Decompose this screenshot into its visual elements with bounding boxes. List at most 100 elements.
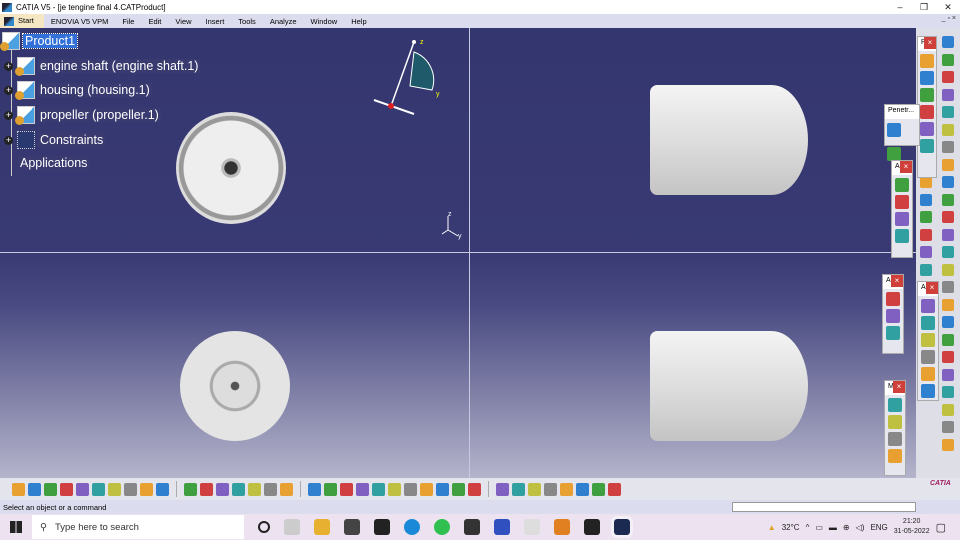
menu-help[interactable]: Help xyxy=(344,17,373,26)
close-toolbar-icon[interactable]: × xyxy=(893,381,905,393)
toolbar-tool-icon[interactable] xyxy=(887,123,901,137)
close-toolbar-icon[interactable]: × xyxy=(900,161,912,173)
toolbar-tool-icon[interactable] xyxy=(942,333,954,346)
floating-toolbar[interactable]: M × xyxy=(884,380,906,476)
toolbar-tool-icon[interactable] xyxy=(888,415,902,429)
language-indicator[interactable]: ENG xyxy=(870,523,887,532)
toolbar-tool-icon[interactable] xyxy=(888,449,902,463)
tool-icon[interactable] xyxy=(592,482,605,496)
toolbar-tool-icon[interactable] xyxy=(942,386,954,398)
command-input[interactable] xyxy=(732,502,916,512)
render-icon[interactable] xyxy=(544,482,557,496)
normal-view-icon[interactable] xyxy=(404,482,417,496)
open-icon[interactable] xyxy=(28,482,41,496)
document-window-controls[interactable]: _ ▫ × xyxy=(942,15,956,22)
toolbar-tool-icon[interactable] xyxy=(895,212,909,226)
toolbar-tool-icon[interactable] xyxy=(920,263,932,276)
formula-icon[interactable] xyxy=(184,482,197,496)
floating-toolbar[interactable]: A × xyxy=(882,274,904,354)
menu-edit[interactable]: Edit xyxy=(141,17,168,26)
fit-all-icon[interactable] xyxy=(324,482,337,496)
expand-icon[interactable]: + xyxy=(4,85,13,95)
taskbar-search[interactable]: ⚲ Type here to search xyxy=(32,515,244,539)
toolbar-tool-icon[interactable] xyxy=(942,316,954,328)
expand-icon[interactable]: + xyxy=(4,110,13,120)
undo-icon[interactable] xyxy=(124,482,137,496)
iso-view-icon[interactable] xyxy=(436,482,449,496)
windows-start-icon[interactable] xyxy=(10,521,22,533)
weather-temp[interactable]: 32°C xyxy=(782,523,800,532)
material-icon[interactable] xyxy=(608,482,621,496)
toolbar-title[interactable]: A × xyxy=(892,161,912,175)
fly-icon[interactable] xyxy=(308,482,321,496)
toolbar-title[interactable]: P× xyxy=(918,37,936,51)
toolbar-tool-icon[interactable] xyxy=(942,36,954,48)
menu-window[interactable]: Window xyxy=(304,17,345,26)
tree-node-root[interactable]: Product1 xyxy=(0,32,79,51)
globe-icon[interactable]: ⊕ xyxy=(843,523,850,532)
cut-icon[interactable] xyxy=(76,482,89,496)
app-icon[interactable] xyxy=(494,519,510,535)
toolbar-tool-icon[interactable] xyxy=(920,228,932,241)
toolbar-tool-icon[interactable] xyxy=(886,326,900,340)
whats-this-icon[interactable] xyxy=(156,482,169,496)
minimize-button[interactable]: – xyxy=(888,0,912,14)
toolbar-tool-icon[interactable] xyxy=(942,368,954,381)
expand-icon[interactable]: + xyxy=(4,135,13,145)
toolbar-tool-icon[interactable] xyxy=(920,88,934,102)
housing-model-top[interactable] xyxy=(650,85,808,195)
swap-icon[interactable] xyxy=(496,482,509,496)
chevron-up-icon[interactable]: ^ xyxy=(806,523,810,532)
floating-toolbar[interactable]: A × xyxy=(891,160,913,258)
toolbar-tool-icon[interactable] xyxy=(921,367,935,381)
close-button[interactable]: ✕ xyxy=(936,0,960,14)
paste-icon[interactable] xyxy=(108,482,121,496)
pan-icon[interactable] xyxy=(340,482,353,496)
toolbar-tool-icon[interactable] xyxy=(921,350,935,364)
toolbar-tool-icon[interactable] xyxy=(942,193,954,206)
toolbar-tool-icon[interactable] xyxy=(921,299,935,313)
toolbar-tool-icon[interactable] xyxy=(886,292,900,306)
toolbar-tool-icon[interactable] xyxy=(942,123,954,136)
tree-node[interactable]: + housing (housing.1) xyxy=(4,81,152,100)
toolbar-tool-icon[interactable] xyxy=(920,105,934,119)
housing-model-bottom[interactable] xyxy=(650,331,808,441)
propeller-model-back[interactable] xyxy=(180,331,290,441)
toolbar-tool-icon[interactable] xyxy=(942,438,954,451)
menu-analyze[interactable]: Analyze xyxy=(263,17,304,26)
menu-tools[interactable]: Tools xyxy=(231,17,263,26)
shading-icon[interactable] xyxy=(452,482,465,496)
menu-enovia[interactable]: ENOVIA V5 VPM xyxy=(44,17,116,26)
tree-icon[interactable] xyxy=(248,482,261,496)
toolbar-tool-icon[interactable] xyxy=(895,178,909,192)
task-view-icon[interactable] xyxy=(284,519,300,535)
toolbar-tool-icon[interactable] xyxy=(921,316,935,330)
toolbar-tool-icon[interactable] xyxy=(921,384,935,398)
tree-node[interactable]: + Constraints xyxy=(4,131,106,149)
floating-toolbar[interactable]: A × xyxy=(917,281,939,401)
toolbar-tool-icon[interactable] xyxy=(888,398,902,412)
new-icon[interactable] xyxy=(12,482,25,496)
menu-file[interactable]: File xyxy=(115,17,141,26)
menu-view[interactable]: View xyxy=(168,17,198,26)
toolbar-tool-icon[interactable] xyxy=(942,246,954,258)
close-toolbar-icon[interactable]: × xyxy=(926,282,938,294)
network-icon[interactable]: ▭ xyxy=(815,523,823,532)
toolbar-tool-icon[interactable] xyxy=(942,281,954,293)
toolbar-tool-icon[interactable] xyxy=(942,351,954,363)
copy-icon[interactable] xyxy=(92,482,105,496)
toolbar-tool-icon[interactable] xyxy=(942,421,954,433)
toolbar-tool-icon[interactable] xyxy=(920,54,934,68)
toolbar-tool-icon[interactable] xyxy=(942,141,954,153)
edge-icon[interactable] xyxy=(404,519,420,535)
menu-start[interactable]: Start xyxy=(0,14,44,28)
zoom-out-icon[interactable] xyxy=(388,482,401,496)
zoom-in-icon[interactable] xyxy=(372,482,385,496)
app-icon[interactable] xyxy=(524,519,540,535)
hide-show-icon[interactable] xyxy=(468,482,481,496)
toolbar-tool-icon[interactable] xyxy=(920,211,932,223)
toolbar-tool-icon[interactable] xyxy=(920,122,934,136)
catia-taskbar-icon[interactable] xyxy=(611,516,633,538)
mail-icon[interactable] xyxy=(344,519,360,535)
toolbar-tool-icon[interactable] xyxy=(942,106,954,118)
